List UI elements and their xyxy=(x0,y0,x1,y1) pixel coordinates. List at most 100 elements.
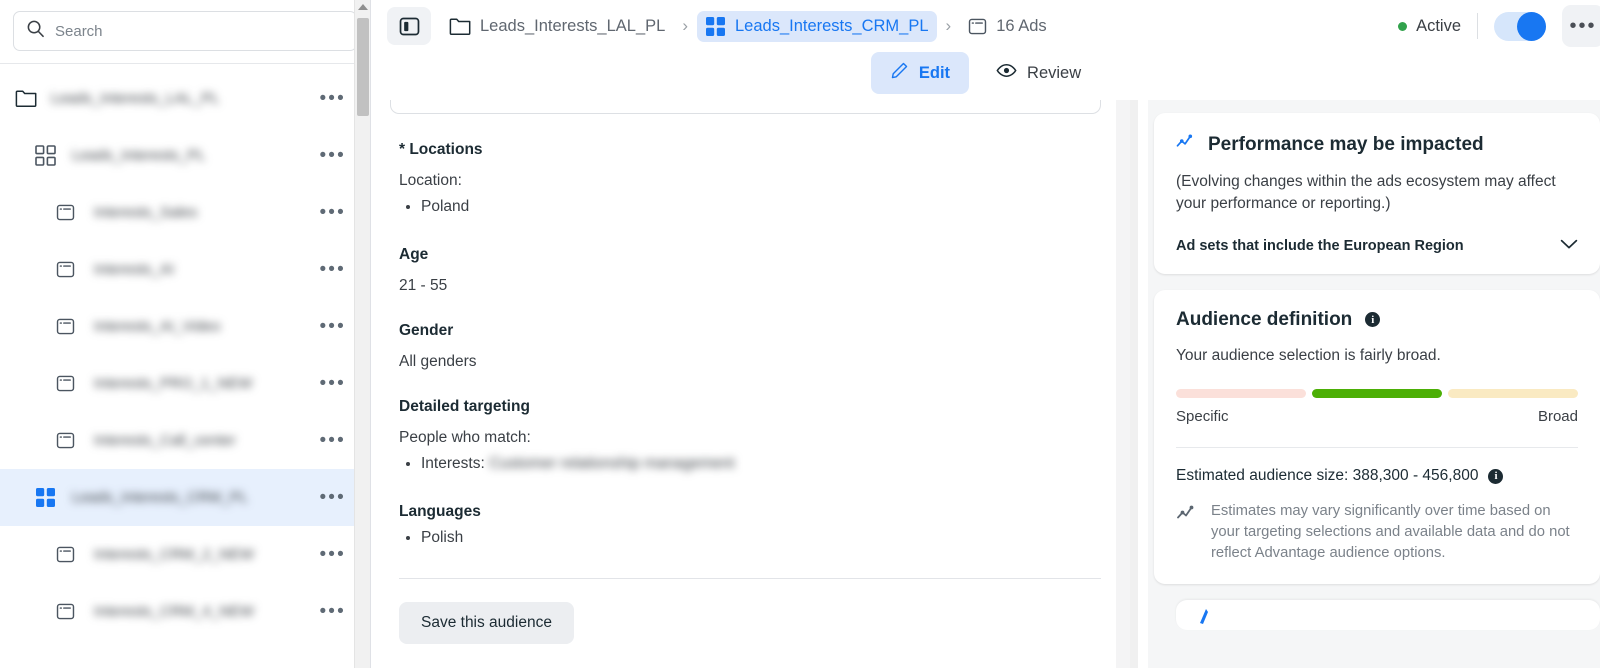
sidebar-item-interests-crm-2-new[interactable]: Interests_CRM_2_NEW ••• xyxy=(0,526,370,583)
center-scrollbar[interactable] xyxy=(1116,100,1130,668)
tab-review[interactable]: Review xyxy=(977,52,1100,94)
sidebar-item-menu-button[interactable]: ••• xyxy=(317,598,348,625)
audience-definition-card: Audience definition i Your audience sele… xyxy=(1154,289,1600,585)
sidebar-item-label: Interests_CRM_4_NEW xyxy=(94,603,255,620)
performance-card: Performance may be impacted (Evolving ch… xyxy=(1154,113,1600,274)
content-area: * Locations Location: Poland Age 21 - 55… xyxy=(371,100,1600,668)
more-options-button[interactable]: ••• xyxy=(1562,5,1600,47)
meter-label-specific: Specific xyxy=(1176,408,1229,426)
sidebar-item-menu-button[interactable]: ••• xyxy=(317,313,348,340)
estimate-note-text: Estimates may vary significantly over ti… xyxy=(1211,503,1570,562)
people-who-match-label: People who match: xyxy=(399,429,531,447)
sidebar-scrollbar[interactable] xyxy=(354,0,370,668)
ad-icon xyxy=(52,431,78,450)
sidebar-item-interests-sales[interactable]: Interests_Sales ••• xyxy=(0,184,370,241)
ad-icon xyxy=(52,545,78,564)
folder-icon xyxy=(449,17,471,36)
pencil-icon xyxy=(890,61,909,85)
status-badge: Active xyxy=(1398,17,1477,36)
audience-definition-title-row: Audience definition i xyxy=(1176,309,1578,331)
next-card-peek[interactable] xyxy=(1176,600,1600,631)
scroll-up-arrow-icon[interactable] xyxy=(357,4,368,10)
meter-segment-0 xyxy=(1176,389,1306,399)
audience-details: * Locations Location: Poland Age 21 - 55… xyxy=(371,141,1130,645)
sidebar-item-interests-call-center[interactable]: Interests_Call_center ••• xyxy=(0,412,370,469)
audience-definition-title: Audience definition xyxy=(1176,308,1353,330)
toggle-knob xyxy=(1517,11,1546,41)
gender-title: Gender xyxy=(399,322,454,340)
sidebar-search-area xyxy=(0,0,370,64)
sidebar-item-label: Interests_PRO_1_NEW xyxy=(94,375,253,392)
breadcrumb-item-16-ads[interactable]: 16 Ads xyxy=(960,12,1054,41)
main-area: Leads_Interests_LAL_PL › Leads_Interests_C… xyxy=(371,0,1600,668)
status-label: Active xyxy=(1416,16,1461,35)
sidebar-item-label: Leads_Interests_LAL_PL xyxy=(51,90,220,107)
right-panel-scrollbar-thumb[interactable] xyxy=(1138,100,1148,668)
sidebar-item-menu-button[interactable]: ••• xyxy=(317,484,348,511)
sidebar-item-leads-interests-lal-pl[interactable]: Leads_Interests_LAL_PL ••• xyxy=(0,70,370,127)
sidebar-item-menu-button[interactable]: ••• xyxy=(317,370,348,397)
sidebar-tree: Leads_Interests_LAL_PL ••• Leads_Interests… xyxy=(0,64,370,668)
estimate-note-row: Estimates may vary significantly over ti… xyxy=(1176,501,1578,564)
tab-edit[interactable]: Edit xyxy=(870,52,970,94)
breadcrumb-item-leads-interests-crm-pl[interactable]: Leads_Interests_CRM_PL xyxy=(696,10,937,42)
audience-details-column: * Locations Location: Poland Age 21 - 55… xyxy=(371,100,1130,668)
sidebar-item-label: Leads_Interests_PL xyxy=(72,147,206,164)
trend-chart-icon xyxy=(1176,501,1199,564)
detailed-targeting-title: Detailed targeting xyxy=(399,398,530,416)
sidebar-item-label: Interests_Sales xyxy=(94,204,198,221)
folder-icon xyxy=(13,89,39,108)
sidebar-item-menu-button[interactable]: ••• xyxy=(317,541,348,568)
european-region-label: Ad sets that include the European Region xyxy=(1176,237,1464,254)
locations-list: Poland xyxy=(399,195,1101,219)
ad-icon xyxy=(52,260,78,279)
sidebar-item-interests-ai[interactable]: Interests_AI ••• xyxy=(0,241,370,298)
ad-icon xyxy=(52,203,78,222)
sidebar-item-menu-button[interactable]: ••• xyxy=(317,199,348,226)
interests-value: Customer relationship management xyxy=(489,455,735,473)
sidebar-item-interests-pro-1-new[interactable]: Interests_PRO_1_NEW ••• xyxy=(0,355,370,412)
active-toggle[interactable] xyxy=(1494,11,1546,41)
languages-list: Polish xyxy=(399,526,1101,550)
sidebar-item-leads-interests-crm-pl[interactable]: Leads_Interests_CRM_PL ••• xyxy=(0,469,370,526)
ad-icon xyxy=(52,602,78,621)
sidebar-item-menu-button[interactable]: ••• xyxy=(317,142,348,169)
sidebar: Leads_Interests_LAL_PL•••Leads_Interests… xyxy=(0,0,371,668)
audience-meter-labels: Specific Broad xyxy=(1176,408,1578,425)
tabs-row: Edit Review xyxy=(371,52,1600,100)
grid-icon xyxy=(32,487,58,508)
list-item: Poland xyxy=(421,195,1101,219)
gender-value: All genders xyxy=(399,353,477,371)
status-dot-icon xyxy=(1398,21,1408,31)
right-panel: Performance may be impacted (Evolving ch… xyxy=(1130,100,1600,668)
search-input[interactable] xyxy=(55,22,344,40)
performance-card-body: (Evolving changes within the ads ecosyst… xyxy=(1176,173,1556,213)
info-icon[interactable]: i xyxy=(1488,468,1504,484)
location-sublabel: Location: xyxy=(399,172,462,189)
sidebar-item-menu-button[interactable]: ••• xyxy=(317,85,348,112)
sidebar-panel-icon[interactable] xyxy=(387,7,431,45)
sidebar-item-interests-crm-4-new[interactable]: Interests_CRM_4_NEW ••• xyxy=(0,583,370,640)
detailed-targeting-list: Interests: Customer relationship managem… xyxy=(399,452,1101,476)
european-region-collapse[interactable]: Ad sets that include the European Region xyxy=(1176,238,1578,254)
sidebar-item-menu-button[interactable]: ••• xyxy=(317,256,348,283)
sidebar-item-leads-interests-pl[interactable]: Leads_Interests_PL ••• xyxy=(0,127,370,184)
grid-icon xyxy=(705,16,726,37)
chevron-down-icon[interactable] xyxy=(1560,238,1578,254)
divider xyxy=(1477,13,1478,39)
right-panel-scrollbar[interactable] xyxy=(1130,100,1148,668)
age-value: 21 - 55 xyxy=(399,277,448,295)
sidebar-item-interests-ai-video[interactable]: Interests_AI_Video ••• xyxy=(0,298,370,355)
save-audience-button[interactable]: Save this audience xyxy=(399,602,574,645)
sidebar-scrollbar-thumb[interactable] xyxy=(357,18,369,116)
sidebar-item-label: Interests_Call_center xyxy=(94,432,236,449)
topbar-right: Active ••• xyxy=(1398,5,1600,47)
ad-icon xyxy=(52,317,78,336)
breadcrumb-item-label: 16 Ads xyxy=(996,16,1047,35)
breadcrumb-item-leads-interests-lal-pl[interactable]: Leads_Interests_LAL_PL xyxy=(441,12,673,41)
search-box[interactable] xyxy=(13,11,357,51)
sidebar-item-menu-button[interactable]: ••• xyxy=(317,427,348,454)
list-item: Polish xyxy=(421,526,1101,550)
search-icon xyxy=(26,19,45,43)
info-icon[interactable]: i xyxy=(1365,312,1381,328)
